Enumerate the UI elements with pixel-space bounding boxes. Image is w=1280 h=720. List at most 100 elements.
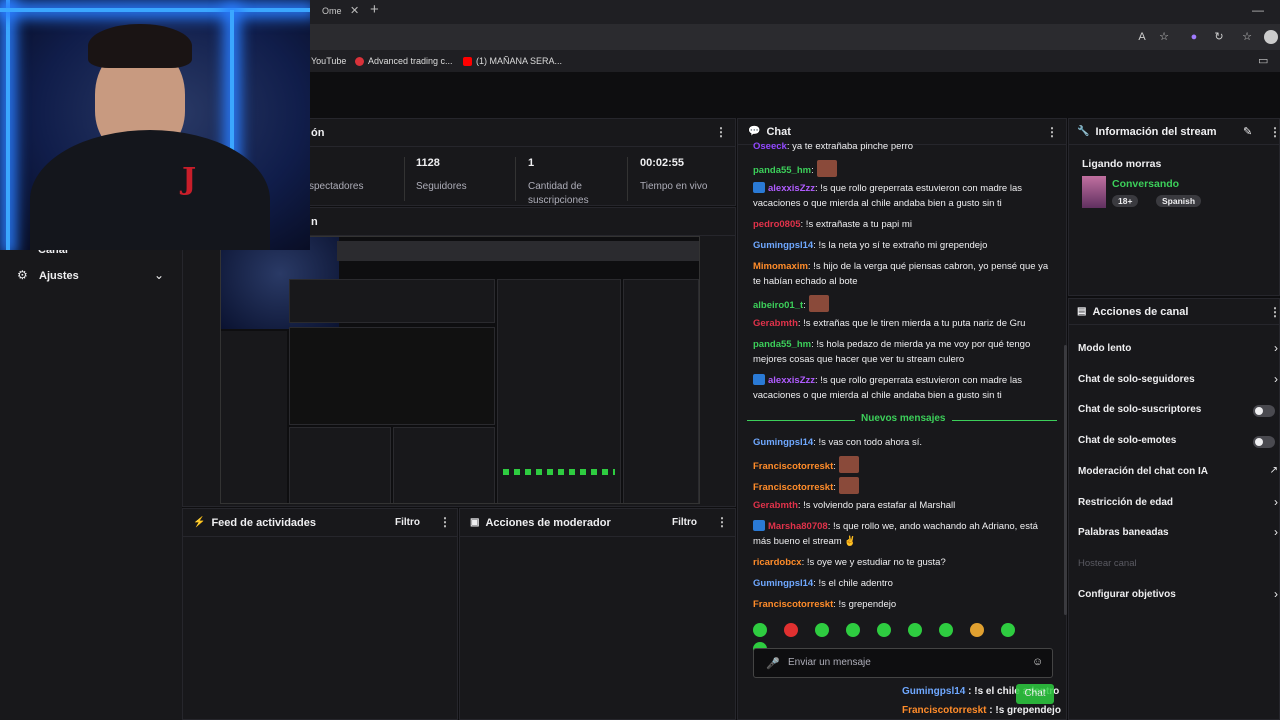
chat-username[interactable]: alexxisZzz (768, 375, 815, 386)
channel-action-4[interactable]: Moderación del chat con IA ↗ (1069, 462, 1280, 488)
chat-username[interactable]: Oseeck (753, 141, 787, 152)
chat-text: : !s vas con todo ahora sí. (813, 437, 922, 448)
chevron-right-icon: › (1274, 341, 1278, 355)
channel-action-5[interactable]: Restricción de edad › (1069, 493, 1280, 519)
mod-filter-button[interactable]: Filtro (672, 517, 697, 528)
chat-message: Mimomaxim: !s hijo de la verga qué piens… (753, 259, 1058, 289)
channel-action-0[interactable]: Modo lento › (1069, 339, 1280, 365)
collections-icon[interactable]: ☆ (1240, 30, 1254, 44)
chevron-right-icon: › (1274, 586, 1278, 601)
chat-username[interactable]: Gumingpsl14 (753, 578, 813, 589)
chat-message: Gerabmth: !s extrañas que le tiren mierd… (753, 316, 1058, 331)
hoodie-logo: J (182, 162, 197, 197)
emote-bar (753, 623, 1053, 656)
channel-actions-header: ▤ Acciones de canal (1069, 299, 1279, 325)
new-messages-label: Nuevos mensajes (855, 413, 952, 424)
overlay-text-2: : !s grependejo (986, 705, 1061, 716)
chat-username[interactable]: panda55_hm (753, 339, 811, 350)
chat-username[interactable]: albeiro01_t (753, 300, 803, 311)
chat-scrollbar[interactable] (1064, 345, 1067, 615)
chat-username[interactable]: Marsha80708 (768, 521, 828, 532)
chat-text: : !s grependejo (833, 599, 897, 610)
wrench-icon: 🔧 (1077, 126, 1090, 137)
channel-action-label: Restricción de edad (1078, 496, 1174, 508)
chat-username[interactable]: Gumingpsl14 (753, 437, 813, 448)
channel-action-6[interactable]: Palabras baneadas › (1069, 523, 1280, 549)
chat-username[interactable]: Gerabmth (753, 500, 798, 511)
bookmark-advanced-trading[interactable]: Advanced trading c... (355, 56, 453, 66)
bookmark-label: YouTube (311, 56, 347, 66)
bookmark-youtube-video[interactable]: (1) MAÑANA SERA... (463, 56, 562, 66)
activity-filter-button[interactable]: Filtro (395, 517, 420, 528)
emoji-picker-icon[interactable]: ☺ (1032, 656, 1043, 668)
folder-icon[interactable]: ▭ (1258, 54, 1268, 67)
mod-menu-icon[interactable]: ⋮ (716, 515, 728, 529)
chat-username[interactable]: ricardobcx (753, 557, 802, 568)
read-aloud-icon[interactable]: A (1135, 30, 1149, 44)
sidebar-item-ajustes[interactable]: ⚙ Ajustes ⌄ (0, 266, 182, 288)
channel-action-label: Configurar objetivos (1078, 588, 1176, 600)
mod-actions-panel: ▣ Acciones de moderador Filtro ⋮ (459, 508, 736, 720)
uptime-label: Tiempo en vivo (640, 181, 708, 192)
new-tab-icon[interactable]: + (370, 1, 379, 18)
chat-message: Franciscotorreskt: (753, 456, 1058, 474)
chat-username[interactable]: panda55_hm (753, 165, 811, 176)
chat-username[interactable]: pedro0805 (753, 219, 801, 230)
channel-action-1[interactable]: Chat de solo-seguidores › (1069, 370, 1280, 396)
chat-username[interactable]: Franciscotorreskt (753, 461, 833, 472)
activity-feed-title: Feed de actividades (211, 516, 316, 529)
stream-info-menu-icon[interactable]: ⋮ (1269, 125, 1280, 139)
gear-icon: ⚙ (17, 268, 28, 282)
streamer-hair (88, 24, 192, 68)
rating-tag[interactable]: 18+ (1112, 195, 1139, 207)
toggle-switch[interactable] (1253, 436, 1275, 449)
overlay-message-2: Franciscotorreskt : !s grependejo (902, 705, 1061, 716)
stream-preview[interactable] (220, 236, 700, 504)
activity-icon: ⚡ (193, 517, 206, 528)
chat-message: ricardobcx: !s oye we y estudiar no te g… (753, 555, 1058, 570)
channel-action-3[interactable]: Chat de solo-emotes (1069, 431, 1280, 457)
extension-icon[interactable]: ● (1187, 30, 1201, 44)
chat-message: panda55_hm: (753, 160, 1058, 178)
chat-message: Marsha80708: !s que rollo we, ando wacha… (753, 519, 1058, 549)
chat-text: : !s extrañas que le tiren mierda a tu p… (797, 318, 1026, 329)
close-tab-icon[interactable]: ✕ (350, 4, 359, 17)
chat-text: : (811, 165, 814, 176)
chat-message: pedro0805: !s extrañaste a tu papi mi (753, 217, 1058, 232)
browser-tab-title[interactable]: Ome (322, 6, 342, 16)
microphone-icon[interactable]: 🎤 (766, 657, 780, 670)
channel-actions-icon: ▤ (1077, 306, 1087, 317)
activity-menu-icon[interactable]: ⋮ (439, 515, 451, 529)
bookmark-youtube[interactable]: YouTube (311, 56, 346, 66)
chat-menu-icon[interactable]: ⋮ (1046, 125, 1058, 139)
chat-username[interactable]: Franciscotorreskt (753, 482, 833, 493)
language-tag[interactable]: Spanish (1156, 195, 1202, 207)
channel-action-8[interactable]: Configurar objetivos › (1069, 585, 1280, 611)
preview-title: n (311, 215, 318, 228)
chat-input-box[interactable]: 🎤 Enviar un mensaje ☺ (753, 648, 1053, 678)
chat-username[interactable]: alexxisZzz (768, 183, 815, 194)
chat-username[interactable]: Gumingpsl14 (753, 240, 813, 251)
chat-message: Gumingpsl14: !s vas con todo ahora sí. (753, 435, 1058, 450)
overlay-user-2: Franciscotorreskt (902, 705, 987, 716)
channel-action-label: Moderación del chat con IA (1078, 465, 1209, 477)
chat-message: alexxisZzz: !s que rollo greperrata estu… (753, 373, 1058, 403)
chat-username[interactable]: Mimomaxim (753, 261, 808, 272)
chat-message: alexxisZzz: !s que rollo greperrata estu… (753, 181, 1058, 211)
chat-send-button[interactable]: Chat (1016, 684, 1054, 704)
profile-avatar[interactable] (1264, 30, 1278, 44)
toggle-switch[interactable] (1253, 405, 1275, 418)
channel-action-2[interactable]: Chat de solo-suscriptores (1069, 400, 1280, 426)
chat-username[interactable]: Gerabmth (753, 318, 798, 329)
channel-actions-menu-icon[interactable]: ⋮ (1269, 305, 1280, 319)
category-name[interactable]: Conversando (1112, 178, 1179, 190)
chat-text: : !s volviendo para estafar al Marshall (797, 500, 956, 511)
chat-message-list: Oseeck: ya te extrañaba pinche perro pand… (738, 139, 1068, 639)
stats-menu-icon[interactable]: ⋮ (715, 125, 727, 139)
edit-pencil-icon[interactable]: ✎ (1243, 125, 1252, 138)
bookmark-label: (1) MAÑANA SERA... (476, 56, 563, 66)
minimize-icon[interactable]: — (1252, 3, 1264, 17)
refresh-icon[interactable]: ↻ (1212, 30, 1226, 44)
favorite-star-icon[interactable]: ☆ (1157, 30, 1171, 44)
chat-username[interactable]: Franciscotorreskt (753, 599, 833, 610)
